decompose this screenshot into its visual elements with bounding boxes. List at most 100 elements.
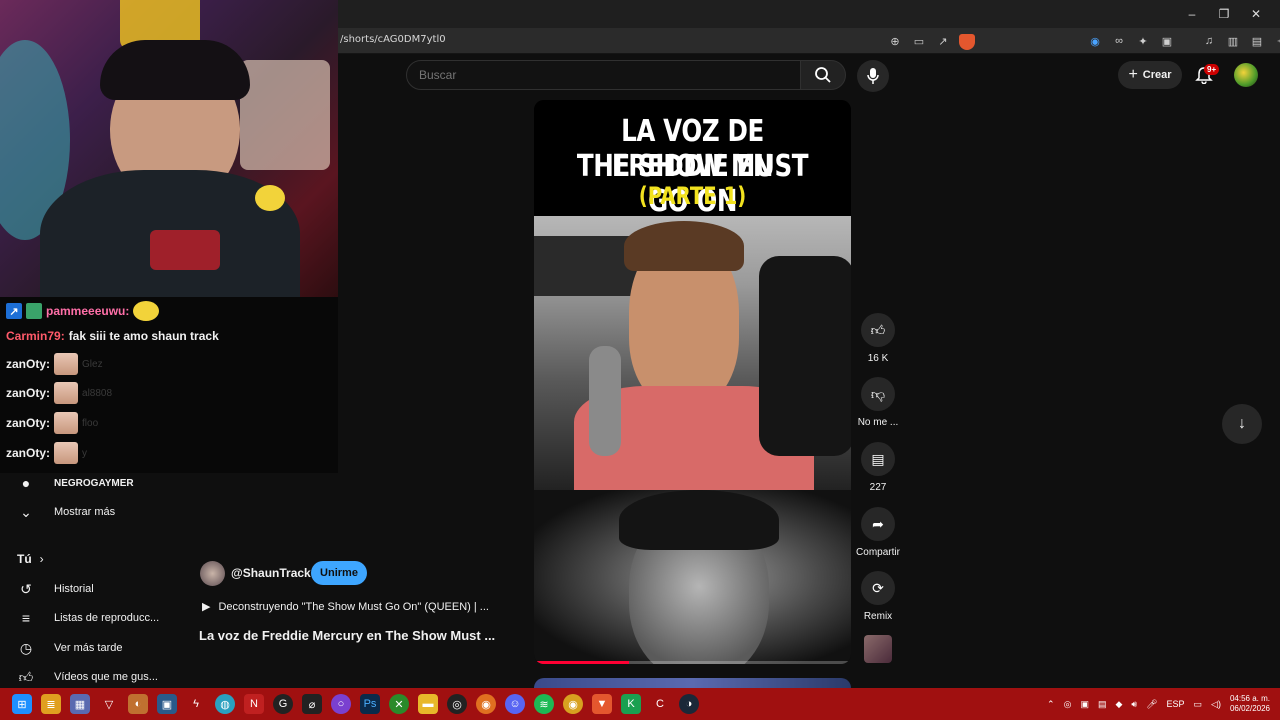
app-icon[interactable]: K xyxy=(621,694,641,714)
cam-hair-shape xyxy=(100,40,250,100)
share-icon[interactable]: ➦ xyxy=(861,507,895,541)
brave-icon[interactable]: ▼ xyxy=(592,694,612,714)
app-icon[interactable]: N xyxy=(244,694,264,714)
photoshop-icon[interactable]: Ps xyxy=(360,694,380,714)
account-avatar[interactable] xyxy=(1234,63,1258,87)
remix-action[interactable]: ⟳ Remix xyxy=(856,571,900,622)
channel-name[interactable]: @ShaunTrack xyxy=(231,566,311,580)
firefox-icon[interactable]: ◉ xyxy=(476,694,496,714)
sidebar-you-header[interactable]: Tú › xyxy=(17,552,44,566)
sidebar-item-watch-later[interactable]: ◷ Ver más tarde xyxy=(16,636,123,660)
playlists-icon: ≡ xyxy=(21,610,31,626)
browser-icon[interactable]: ◍ xyxy=(215,694,235,714)
network-icon[interactable]: ▭ xyxy=(1194,699,1203,710)
app-icon[interactable]: ▽ xyxy=(99,694,119,714)
windows-taskbar: ⊞ ≣ ▦ ▽ ◐ ▣ ϟ ◍ N G ⌀ ○ Ps ✕ ▬ ◎ ◉ ☺ ≋ ◉… xyxy=(0,688,1280,720)
comment-icon[interactable]: ▤ xyxy=(861,442,895,476)
channel-avatar[interactable] xyxy=(200,561,225,586)
brave-shield-icon[interactable] xyxy=(958,32,976,50)
share-icon[interactable]: ↗ xyxy=(934,32,952,50)
tray-app-icon[interactable]: ◆ xyxy=(1115,699,1122,710)
app-icon[interactable]: ◐ xyxy=(128,694,148,714)
app-icon[interactable]: ○ xyxy=(331,694,351,714)
tray-app-icon[interactable]: ◎ xyxy=(1064,699,1072,710)
dislike-icon[interactable]: 👎︎ xyxy=(861,377,895,411)
voice-search-button[interactable] xyxy=(857,60,889,92)
sidebar-item-label: Historial xyxy=(54,583,94,595)
sidebar-item-history[interactable]: ↺ Historial xyxy=(16,577,94,601)
join-button[interactable]: Unirme xyxy=(311,561,367,585)
clock-time: 04:56 a. m. xyxy=(1229,694,1270,703)
app-icon[interactable]: ▦ xyxy=(70,694,90,714)
sidebar-item-playlists[interactable]: ≡ Listas de reproducc... xyxy=(16,606,159,630)
tray-app-icon[interactable]: ▣ xyxy=(1080,699,1089,710)
app-icon[interactable]: ⌀ xyxy=(302,694,322,714)
tray-app-icon[interactable]: ▤ xyxy=(1098,699,1107,710)
dislike-action[interactable]: 👎︎ No me ... xyxy=(856,377,900,428)
comment-count: 227 xyxy=(869,482,887,493)
sidebar-item-liked[interactable]: 👍︎ Vídeos que me gus... xyxy=(16,665,158,689)
clock-date: 06/02/2026 xyxy=(1229,704,1270,713)
music-icon[interactable]: ♫ xyxy=(1200,32,1218,50)
remix-icon[interactable]: ⟳ xyxy=(861,571,895,605)
discord-icon[interactable]: ☺ xyxy=(505,694,525,714)
obs-icon[interactable]: ◎ xyxy=(447,694,467,714)
create-button[interactable]: + Crear xyxy=(1118,61,1182,89)
windows-start-icon[interactable]: ⊞ xyxy=(12,694,32,714)
video-progress-bar[interactable] xyxy=(534,661,851,664)
speaker-icon[interactable]: ◁) xyxy=(1211,699,1221,710)
url-text[interactable]: /shorts/cAG0DM7ytl0 xyxy=(340,34,446,45)
taskbar-clock[interactable]: 04:56 a. m. 06/02/2026 xyxy=(1230,694,1270,714)
minimize-button[interactable]: – xyxy=(1176,4,1208,24)
mic-tray-icon[interactable]: 🎤︎ xyxy=(1146,699,1157,710)
tray-expand-icon[interactable]: ⌃ xyxy=(1047,699,1055,710)
maximize-button[interactable]: ❐ xyxy=(1208,4,1240,24)
language-indicator[interactable]: ESP xyxy=(1167,699,1185,709)
chat-message: zanOty: y xyxy=(6,442,87,464)
badge-icon xyxy=(26,303,42,319)
toolbar-extensions: ◉ ∞ ✦ ▣ ♫ ▥ ▤ ✧ ☰ xyxy=(1086,32,1280,50)
emote-icon xyxy=(54,353,79,375)
ai-icon[interactable]: ✧ xyxy=(1272,32,1280,50)
mic-icon xyxy=(867,68,879,84)
comments-action[interactable]: ▤ 227 xyxy=(856,442,900,493)
close-button[interactable]: ✕ xyxy=(1240,4,1272,24)
folder-icon[interactable]: ▬ xyxy=(418,694,438,714)
like-action[interactable]: 👍︎ 16 K xyxy=(856,313,900,364)
next-short-preview[interactable] xyxy=(534,678,851,688)
like-icon[interactable]: 👍︎ xyxy=(861,313,895,347)
video-title[interactable]: La voz de Freddie Mercury en The Show Mu… xyxy=(199,628,495,643)
app-icon[interactable]: ϟ xyxy=(186,694,206,714)
audio-icon[interactable]: ◉ xyxy=(1086,32,1104,50)
glasses-icon[interactable]: ∞ xyxy=(1110,32,1128,50)
related-video-link[interactable]: ▶ Deconstruyendo "The Show Must Go On" (… xyxy=(202,600,489,614)
emote-icon xyxy=(54,382,79,404)
search-button[interactable] xyxy=(800,60,846,90)
volume-icon[interactable]: 🔊︎ xyxy=(1131,699,1137,710)
app-icon[interactable]: G xyxy=(273,694,293,714)
app-icon[interactable]: ▣ xyxy=(157,694,177,714)
xbox-icon[interactable]: ✕ xyxy=(389,694,409,714)
steam-icon[interactable]: ◑ xyxy=(679,694,699,714)
play-icon: ▶ xyxy=(202,601,211,613)
sound-thumbnail[interactable] xyxy=(864,635,892,663)
chat-message: ↗ pammeeeuwu: xyxy=(6,301,160,321)
chrome-icon[interactable]: ◉ xyxy=(563,694,583,714)
next-video-button[interactable]: ↓ xyxy=(1222,404,1262,444)
share-action[interactable]: ➦ Compartir xyxy=(856,507,900,558)
stack-app-icon[interactable]: ≣ xyxy=(41,694,61,714)
wallet-icon[interactable]: ▣ xyxy=(1158,32,1176,50)
wallet2-icon[interactable]: ▤ xyxy=(1248,32,1266,50)
short-video-player[interactable]: LA VOZ DE FREDDIE EN THE SHOW MUST GO ON… xyxy=(534,100,851,664)
spotify-icon[interactable]: ≋ xyxy=(534,694,554,714)
zoom-icon[interactable]: ⊕ xyxy=(886,32,904,50)
sidebar-icon[interactable]: ▥ xyxy=(1224,32,1242,50)
extensions-icon[interactable]: ✦ xyxy=(1134,32,1152,50)
video-caption-subtitle: (PARTE 1) xyxy=(638,182,747,210)
search-input[interactable] xyxy=(419,68,779,82)
show-more-button[interactable]: ⌄ Mostrar más xyxy=(16,500,115,524)
chat-text: al8808 xyxy=(82,387,113,399)
sidebar-subscription-item[interactable]: ● NEGROGAYMER xyxy=(16,476,134,490)
app-icon[interactable]: C xyxy=(650,694,670,714)
cast-icon[interactable]: ▭ xyxy=(910,32,928,50)
